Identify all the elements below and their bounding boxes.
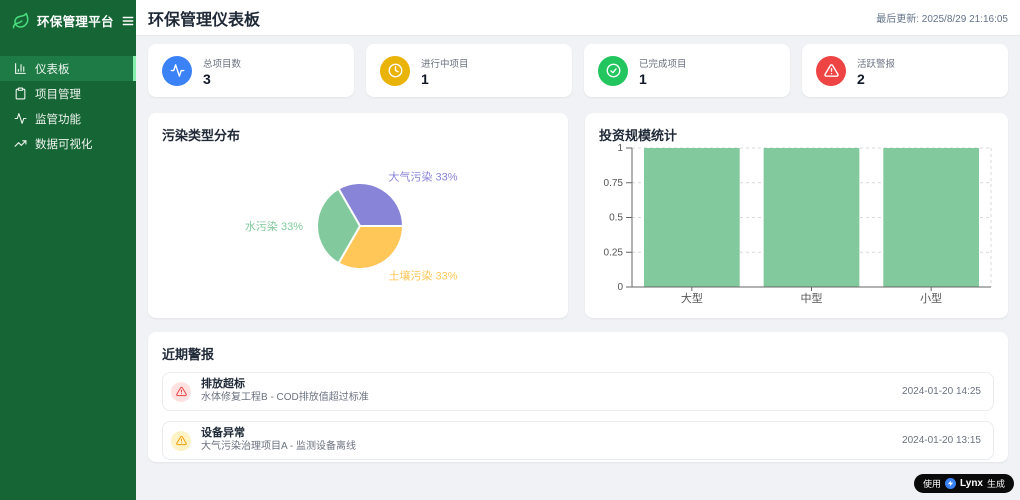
stat-value: 3 [203,72,241,86]
stat-card-total-projects: 总项目数 3 [148,44,354,97]
pollution-pie-card: 污染类型分布 大气污染 33% 土壤污染 33% 水污染 33% [148,113,568,318]
svg-text:中型: 中型 [801,291,823,305]
clipboard-icon [14,87,27,100]
sidebar: 环保管理平台 仪表板 项目管理 监管功能 [0,0,136,500]
activity-icon [162,56,192,86]
stat-card-in-progress: 进行中项目 1 [366,44,572,97]
sidebar-item-label: 仪表板 [35,61,70,77]
stat-value: 1 [421,72,469,86]
stat-card-active-alerts: 活跃警报 2 [802,44,1008,97]
lynx-logo-icon [945,478,956,489]
svg-text:0.5: 0.5 [609,213,623,224]
svg-text:大型: 大型 [681,291,703,305]
hamburger-icon [121,14,135,28]
menu-toggle-button[interactable] [121,14,135,28]
stat-label: 已完成项目 [639,56,687,70]
page-title: 环保管理仪表板 [148,6,260,30]
pie-chart-title: 污染类型分布 [162,125,240,144]
stat-value: 1 [639,72,687,86]
svg-text:0.75: 0.75 [604,178,624,189]
alert-triangle-icon [171,382,191,402]
investment-bar-card: 投资规模统计 0 0.25 0.5 0.75 1 大型 中型 小型 [585,113,1008,318]
brand-row: 环保管理平台 [0,0,136,40]
svg-text:0: 0 [617,282,623,293]
alert-row-equipment: 设备异常 大气污染治理项目A - 监测设备离线 2024-01-20 13:15 [162,421,994,460]
lynx-generated-badge[interactable]: 使用 Lynx 生成 [914,474,1014,493]
alert-timestamp: 2024-01-20 14:25 [902,386,981,397]
charts-row: 污染类型分布 大气污染 33% 土壤污染 33% 水污染 33% 投资规模统计 0 0… [148,113,1008,318]
alert-triangle-icon [816,56,846,86]
trending-up-icon [14,137,27,150]
stat-label: 活跃警报 [857,56,895,70]
check-circle-icon [598,56,628,86]
badge-brand: Lynx [960,478,983,489]
main-content: 总项目数 3 进行中项目 1 已完成项目 1 [136,36,1020,500]
clock-icon [380,56,410,86]
alert-description: 水体修复工程B - COD排放值超过标准 [201,392,369,405]
alert-timestamp: 2024-01-20 13:15 [902,435,981,446]
activity-icon [14,112,27,125]
last-updated-text: 最后更新: 2025/8/29 21:16:05 [876,10,1008,25]
sidebar-item-supervision[interactable]: 监管功能 [0,106,136,131]
sidebar-item-label: 监管功能 [35,111,81,127]
alert-description: 大气污染治理项目A - 监测设备离线 [201,441,356,454]
alert-title: 设备异常 [201,427,356,441]
leaf-logo-icon [12,12,30,30]
header: 环保管理仪表板 最后更新: 2025/8/29 21:16:05 [136,0,1020,36]
alert-row-emission: 排放超标 水体修复工程B - COD排放值超过标准 2024-01-20 14:… [162,372,994,411]
svg-text:水污染 33%: 水污染 33% [245,219,303,233]
svg-text:大气污染 33%: 大气污染 33% [389,170,458,184]
alert-triangle-icon [171,431,191,451]
brand-title: 环保管理平台 [37,11,114,30]
badge-suffix: 生成 [987,477,1005,490]
stat-label: 进行中项目 [421,56,469,70]
bar-chart-title: 投资规模统计 [599,125,677,144]
badge-prefix: 使用 [923,477,941,490]
sidebar-menu: 仪表板 项目管理 监管功能 数据可视化 [0,56,136,156]
sidebar-item-visualization[interactable]: 数据可视化 [0,131,136,156]
sidebar-item-dashboard[interactable]: 仪表板 [0,56,136,81]
svg-text:0.25: 0.25 [604,247,624,258]
svg-text:土壤污染 33%: 土壤污染 33% [389,268,458,282]
sidebar-item-label: 项目管理 [35,86,81,102]
alert-title: 排放超标 [201,378,369,392]
bar-chart-icon [14,62,27,75]
stat-value: 2 [857,72,895,86]
alerts-title: 近期警报 [162,344,994,363]
recent-alerts-card: 近期警报 排放超标 水体修复工程B - COD排放值超过标准 2024-01-2… [148,332,1008,462]
svg-text:1: 1 [617,143,623,154]
sidebar-item-label: 数据可视化 [35,136,93,152]
stat-label: 总项目数 [203,56,241,70]
svg-text:小型: 小型 [920,291,942,305]
sidebar-item-projects[interactable]: 项目管理 [0,81,136,106]
stats-row: 总项目数 3 进行中项目 1 已完成项目 1 [148,44,1008,97]
stat-card-completed: 已完成项目 1 [584,44,790,97]
